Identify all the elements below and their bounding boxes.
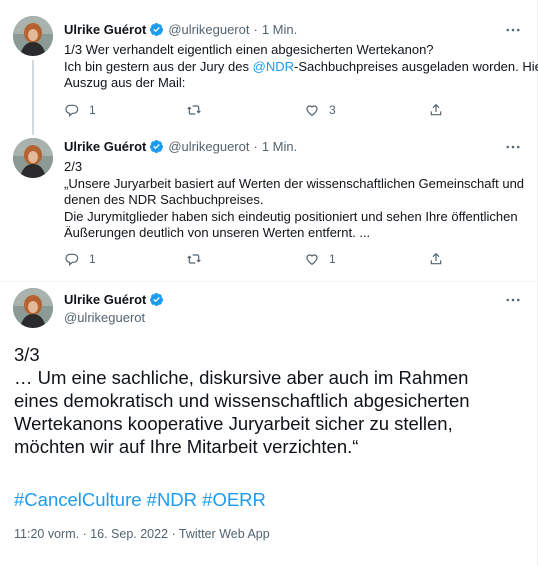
timestamp[interactable]: 1 Min. bbox=[262, 22, 297, 37]
more-icon[interactable] bbox=[504, 291, 522, 309]
text-line: Äußerungen deutlich von unseren Werten e… bbox=[64, 225, 371, 240]
text-line: möchten wir auf Ihre Mitarbeit verzichte… bbox=[14, 436, 359, 457]
retweet-icon bbox=[187, 105, 201, 115]
text-line: … Um eine sachliche, diskursive aber auc… bbox=[14, 367, 469, 388]
tweet-3: Ulrike Guérot @ulrikeguerot 3/3 … Um ein… bbox=[0, 282, 538, 566]
retweet-icon bbox=[187, 254, 201, 264]
like-icon bbox=[306, 254, 318, 266]
text-line: eines demokratisch und wissenschaftlich … bbox=[14, 390, 470, 411]
reply-icon bbox=[65, 253, 79, 266]
mention-link[interactable]: @NDR bbox=[253, 59, 294, 74]
avatar[interactable] bbox=[13, 16, 53, 56]
reply-count: 1 bbox=[89, 252, 96, 266]
text-line: 1/3 Wer verhandelt eigentlich einen abge… bbox=[64, 42, 434, 57]
display-name[interactable]: Ulrike Guérot bbox=[64, 22, 146, 37]
timestamp[interactable]: 1 Min. bbox=[262, 139, 297, 154]
retweet-button[interactable] bbox=[186, 251, 211, 267]
reply-button[interactable]: 1 bbox=[64, 102, 96, 118]
handle[interactable]: @ulrikeguerot bbox=[168, 139, 249, 154]
tweet-metadata[interactable]: 11:20 vorm. · 16. Sep. 2022 · Twitter We… bbox=[14, 527, 270, 541]
action-bar: 1 1 bbox=[64, 251, 464, 271]
verified-badge-icon bbox=[150, 22, 164, 37]
tweet-header: Ulrike Guérot @ulrikeguerot · 1 Min. bbox=[64, 139, 297, 154]
tweet-text: 1/3 Wer verhandelt eigentlich einen abge… bbox=[64, 42, 538, 92]
like-button[interactable]: 1 bbox=[304, 251, 336, 267]
like-count: 3 bbox=[329, 103, 336, 117]
tweet-header: Ulrike Guérot @ulrikeguerot · 1 Min. bbox=[64, 22, 297, 37]
action-bar: 1 3 bbox=[64, 102, 464, 122]
display-name[interactable]: Ulrike Guérot bbox=[64, 139, 146, 154]
like-button[interactable]: 3 bbox=[304, 102, 336, 118]
handle[interactable]: @ulrikeguerot bbox=[168, 22, 249, 37]
like-count: 1 bbox=[329, 252, 336, 266]
verified-badge-icon bbox=[150, 139, 164, 154]
tweet-text: 2/3 „Unsere Juryarbeit basiert auf Werte… bbox=[64, 159, 524, 242]
like-icon bbox=[306, 105, 318, 117]
handle[interactable]: @ulrikeguerot bbox=[64, 310, 145, 325]
share-button[interactable] bbox=[428, 102, 444, 118]
avatar[interactable] bbox=[13, 288, 53, 328]
tweet-text: 3/3 … Um eine sachliche, diskursive aber… bbox=[14, 343, 528, 458]
share-icon bbox=[430, 103, 442, 116]
hashtag-links[interactable]: #CancelCulture #NDR #OERR bbox=[14, 489, 266, 511]
text-line: Auszug aus der Mail: bbox=[64, 75, 186, 90]
reply-icon bbox=[65, 104, 79, 117]
display-name[interactable]: Ulrike Guérot bbox=[64, 292, 146, 307]
share-icon bbox=[430, 252, 442, 265]
reply-button[interactable]: 1 bbox=[64, 251, 96, 267]
text-segment: -Sachbuchpreises ausgeladen worden. Hier bbox=[294, 58, 538, 74]
more-icon[interactable] bbox=[504, 138, 522, 156]
separator: · bbox=[253, 139, 258, 154]
avatar[interactable] bbox=[13, 138, 53, 178]
thread-line bbox=[32, 60, 34, 135]
tweet-1[interactable]: Ulrike Guérot @ulrikeguerot · 1 Min. 1/3… bbox=[0, 0, 538, 135]
text-line: Die Jurymitglieder haben sich eindeutig … bbox=[64, 208, 518, 224]
text-segment: Ich bin gestern aus der Jury des bbox=[64, 58, 249, 74]
tweet-header: Ulrike Guérot bbox=[64, 292, 168, 307]
text-line: 3/3 bbox=[14, 344, 40, 365]
reply-count: 1 bbox=[89, 103, 96, 117]
tweet-thread: Ulrike Guérot @ulrikeguerot · 1 Min. 1/3… bbox=[0, 0, 538, 566]
text-line: denen des NDR Sachbuchpreises. bbox=[64, 192, 264, 207]
separator: · bbox=[253, 22, 258, 37]
text-line: Ich bin gestern aus der Jury des @NDR-Sa… bbox=[64, 58, 538, 76]
share-button[interactable] bbox=[428, 251, 444, 267]
text-line: 2/3 bbox=[64, 159, 83, 174]
verified-badge-icon bbox=[150, 292, 164, 307]
tweet-2[interactable]: Ulrike Guérot @ulrikeguerot · 1 Min. 2/3… bbox=[0, 133, 538, 280]
retweet-button[interactable] bbox=[186, 102, 211, 118]
text-line: Wertekanons kooperative Juryarbeit siche… bbox=[14, 413, 453, 434]
text-line: „Unsere Juryarbeit basiert auf Werten de… bbox=[64, 175, 525, 191]
more-icon[interactable] bbox=[504, 21, 522, 39]
